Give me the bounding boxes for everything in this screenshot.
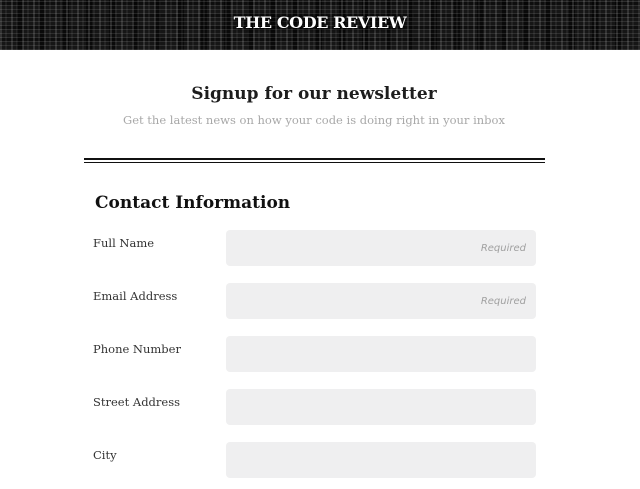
contact-information-heading: Contact Information xyxy=(95,193,291,213)
street-address-input[interactable] xyxy=(226,389,536,425)
section-divider-line xyxy=(84,162,545,163)
form-row-full-name: Full Name xyxy=(0,230,640,266)
form-row-email: Email Address xyxy=(0,283,640,319)
full-name-label: Full Name xyxy=(93,236,155,250)
email-address-label: Email Address xyxy=(93,289,178,303)
site-title[interactable]: THE CODE REVIEW xyxy=(0,13,640,32)
street-address-label: Street Address xyxy=(93,395,181,409)
phone-number-input[interactable] xyxy=(226,336,536,372)
newsletter-subtitle: Get the latest news on how your code is … xyxy=(123,113,505,127)
full-name-input[interactable] xyxy=(226,230,536,266)
phone-number-label: Phone Number xyxy=(93,342,181,356)
form-row-phone: Phone Number xyxy=(0,336,640,372)
header-banner: THE CODE REVIEW xyxy=(0,0,640,50)
city-input[interactable] xyxy=(226,442,536,478)
form-row-city: City xyxy=(0,442,640,478)
city-label: City xyxy=(93,448,117,462)
newsletter-title: Signup for our newsletter xyxy=(191,84,437,104)
form-row-street: Street Address xyxy=(0,389,640,425)
email-address-input[interactable] xyxy=(226,283,536,319)
section-divider xyxy=(84,158,545,160)
